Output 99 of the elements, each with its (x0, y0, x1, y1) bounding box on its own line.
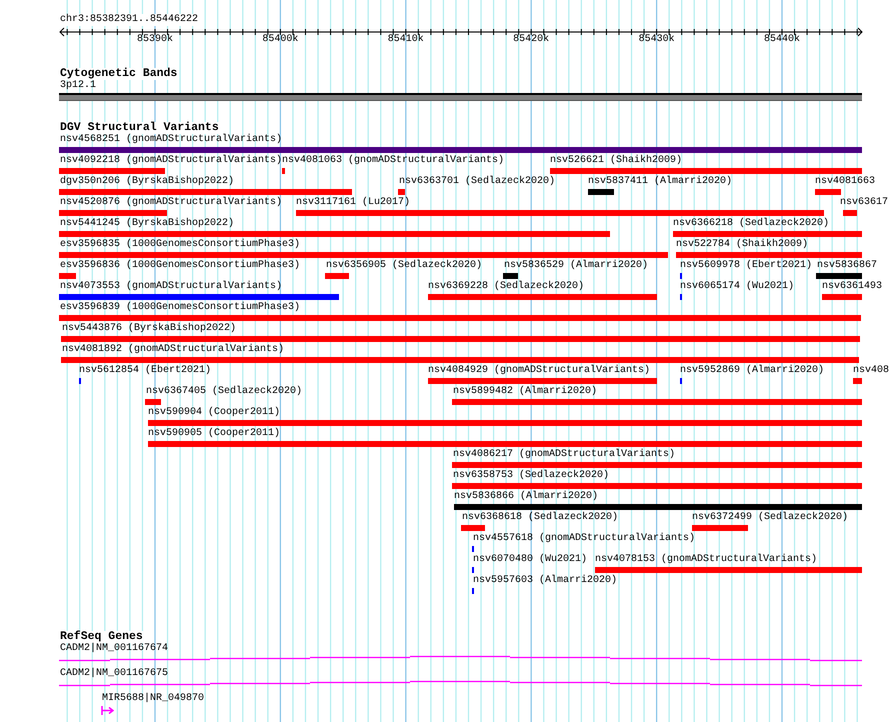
variant-bar[interactable] (452, 483, 862, 489)
variant-label: nsv4081892 (gnomADStructuralVariants) (62, 344, 284, 356)
variant-bar[interactable] (59, 189, 352, 195)
variant-label: nsv4520876 (gnomADStructuralVariants) (60, 197, 282, 209)
variant-bar[interactable] (61, 336, 860, 342)
variant-label: nsv590905 (Cooper2011) (148, 428, 280, 440)
ruler-tick-label: 85420k (513, 34, 550, 46)
variant-label: nsv4568251 (gnomADStructuralVariants) (60, 134, 282, 146)
variant-label: nsv4081063 (gnomADStructuralVariants) (282, 155, 504, 167)
variant-bar[interactable] (822, 294, 862, 300)
cytoband-bar[interactable] (59, 93, 862, 101)
variant-label: nsv6065174 (Wu2021) (680, 281, 794, 293)
gene-line[interactable] (59, 680, 862, 686)
gene-line[interactable] (59, 656, 862, 662)
variant-bar[interactable] (454, 504, 862, 510)
track-title: RefSeq Genes (59, 631, 143, 643)
variant-label: nsv5952869 (Almarri2020) (680, 365, 824, 377)
variant-bar[interactable] (398, 189, 405, 195)
variant-bar[interactable] (325, 273, 349, 279)
ruler-tick-label: 85430k (638, 34, 675, 46)
variant-bar[interactable] (588, 189, 614, 195)
variant-bar[interactable] (452, 462, 862, 468)
variant-label: nsv4073553 (gnomADStructuralVariants) (60, 281, 282, 293)
track-title: Cytogenetic Bands (59, 68, 178, 80)
variant-bar[interactable] (59, 294, 339, 300)
track-title: DGV Structural Variants (59, 122, 219, 134)
variant-label: nsv6361493 (822, 281, 882, 293)
variant-bar[interactable] (145, 399, 161, 405)
variant-label: nsv5837411 (Almarri2020) (588, 176, 732, 188)
variant-label: nsv63617 (840, 197, 888, 209)
ruler-tick-label: 85400k (262, 34, 298, 46)
variant-bar[interactable] (61, 357, 859, 363)
variant-label: nsv5441245 (ByrskaBishop2022) (60, 218, 234, 230)
variant-bar[interactable] (59, 147, 862, 153)
variant-label: esv3596839 (1000GenomesConsortiumPhase3) (60, 302, 300, 314)
variant-bar[interactable] (816, 273, 862, 279)
variant-label: nsv4086217 (gnomADStructuralVariants) (453, 449, 676, 461)
band-label: 3p12.1 (59, 80, 96, 92)
gene-label: CADM2|NM_001167675 (60, 668, 168, 680)
location-label: chr3:85382391..85446222 (60, 14, 198, 26)
ruler-tick-label: 85390k (137, 34, 173, 46)
variant-label: esv3596836 (1000GenomesConsortiumPhase3) (60, 260, 300, 272)
variant-label: nsv4092218 (gnomADStructuralVariants) (60, 155, 282, 167)
variant-label: nsv5836529 (Almarri2020) (504, 260, 648, 272)
variant-bar[interactable] (461, 525, 485, 531)
variant-label: esv3596835 (1000GenomesConsortiumPhase3) (60, 239, 300, 251)
variant-label: nsv5609978 (Ebert2021) (680, 260, 812, 272)
variant-bar[interactable] (59, 210, 167, 216)
variant-bar[interactable] (428, 378, 657, 384)
variant-label: nsv3117161 (Lu2017) (296, 197, 410, 209)
variant-bar[interactable] (673, 231, 862, 237)
variant-bar[interactable] (296, 210, 824, 216)
variant-label: nsv408 (853, 365, 890, 377)
ruler-tick-label: 85440k (764, 34, 800, 46)
variant-label: nsv6363701 (Sedlazeck2020) (399, 176, 556, 188)
variant-label: nsv6356905 (Sedlazeck2020) (326, 260, 482, 272)
variant-bar[interactable] (503, 273, 518, 279)
variant-label: nsv6372499 (Sedlazeck2020) (692, 512, 848, 524)
variant-label: nsv4081663 (815, 176, 876, 188)
variant-bar[interactable] (843, 210, 857, 216)
variant-bar[interactable] (148, 441, 862, 447)
variant-label: nsv5957603 (Almarri2020) (473, 575, 618, 587)
variant-label: nsv5612854 (Ebert2021) (79, 365, 212, 377)
variant-label: nsv6366218 (Sedlazeck2020) (673, 218, 830, 230)
variant-label: nsv526621 (Shaikh2009) (550, 155, 682, 167)
ruler-tick-label: 85410k (388, 34, 424, 46)
variant-bar[interactable] (59, 273, 76, 279)
variant-bar[interactable] (815, 189, 841, 195)
variant-bar[interactable] (59, 252, 668, 258)
variant-label: dgv350n206 (ByrskaBishop2022) (60, 176, 234, 188)
gene-label: CADM2|NM_001167674 (60, 643, 168, 655)
variant-label: nsv6367405 (Sedlazeck2020) (146, 386, 302, 398)
variant-label: nsv6070480 (Wu2021) (473, 554, 588, 566)
variant-label: nsv5443876 (ByrskaBishop2022) (62, 323, 236, 335)
variant-label: nsv522784 (Shaikh2009) (676, 239, 808, 251)
variant-bar[interactable] (452, 399, 862, 405)
variant-bar[interactable] (59, 315, 861, 321)
variant-bar[interactable] (59, 168, 165, 174)
variant-bar[interactable] (428, 294, 657, 300)
variant-bar[interactable] (59, 231, 610, 237)
variant-label: nsv4557618 (gnomADStructuralVariants) (473, 533, 696, 545)
variant-bar[interactable] (692, 525, 748, 531)
variant-label: nsv6368618 (Sedlazeck2020) (462, 512, 618, 524)
variant-label: nsv4084929 (gnomADStructuralVariants) (428, 365, 650, 377)
variant-bar[interactable] (550, 168, 862, 174)
variant-label: nsv5836866 (Almarri2020) (454, 491, 598, 503)
variant-label: nsv4078153 (gnomADStructuralVariants) (595, 554, 818, 566)
arrow-icon[interactable] (101, 706, 114, 715)
variant-bar[interactable] (853, 378, 862, 384)
variant-bar[interactable] (595, 567, 862, 573)
variant-label: nsv590904 (Cooper2011) (148, 407, 280, 419)
variant-label: nsv5836867 (817, 260, 878, 272)
variant-label: nsv6358753 (Sedlazeck2020) (453, 470, 610, 482)
variant-label: nsv5899482 (Almarri2020) (453, 386, 598, 398)
gene-label: MIR5688|NR_049870 (102, 693, 204, 705)
variant-bar[interactable] (282, 168, 285, 174)
variant-bar[interactable] (148, 420, 862, 426)
variant-bar[interactable] (676, 252, 862, 258)
variant-label: nsv6369228 (Sedlazeck2020) (428, 281, 584, 293)
